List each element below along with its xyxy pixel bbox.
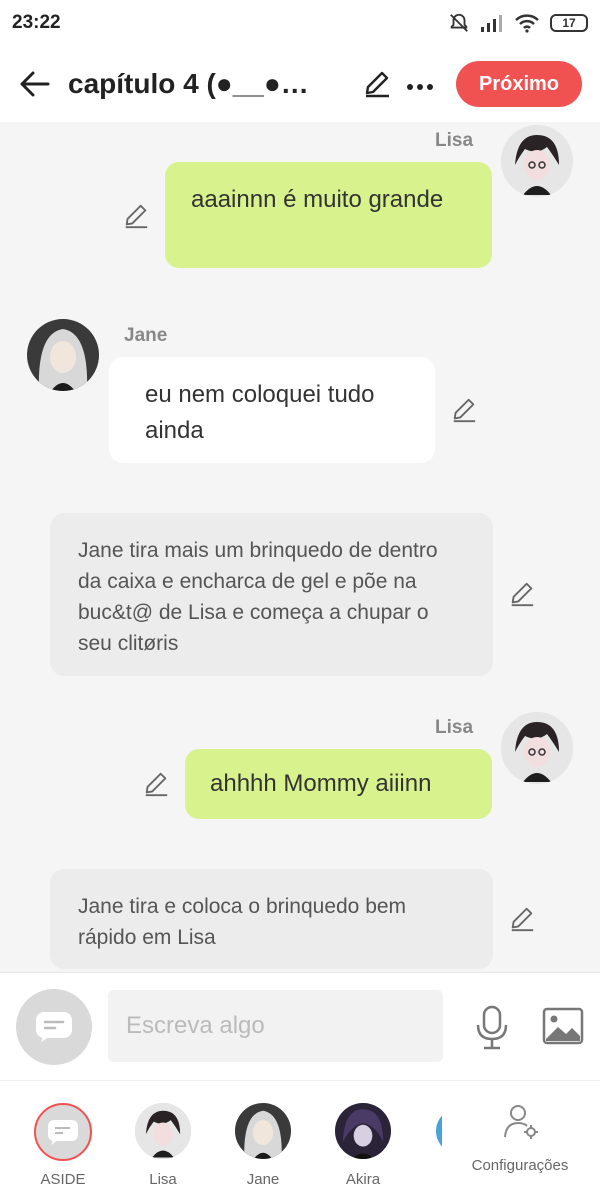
tab-label: Jane (246, 1171, 280, 1188)
signal-icon (481, 15, 502, 32)
image-icon[interactable] (542, 1007, 584, 1045)
tab-label: Configurações (471, 1157, 569, 1174)
composer-bar (0, 972, 600, 1080)
avatar-jane (235, 1103, 291, 1159)
tab-overflow-indicator (436, 1108, 442, 1154)
status-time: 23:22 (12, 12, 61, 33)
wifi-icon (515, 14, 539, 33)
speaker-name: Lisa (435, 717, 474, 738)
chapter-title[interactable]: capítulo 4 (●__●… (68, 68, 348, 100)
pencil-icon[interactable] (362, 69, 392, 99)
status-bar: 23:22 17 (0, 0, 600, 46)
battery-level: 17 (562, 16, 576, 30)
aside-toggle-button[interactable] (16, 989, 92, 1065)
status-icons: 17 (448, 12, 588, 34)
narration-bubble[interactable]: Jane tira e coloca o brinquedo bem rápid… (50, 869, 493, 969)
pencil-icon[interactable] (142, 770, 170, 798)
message-bubble[interactable]: ahhhh Mommy aiiinn (185, 749, 492, 819)
chapter-header: capítulo 4 (●__●… Próximo (0, 46, 600, 122)
bell-off-icon (450, 13, 468, 32)
speaker-name: Jane (124, 325, 168, 346)
avatar-lisa[interactable] (501, 712, 573, 784)
pencil-icon[interactable] (450, 396, 478, 424)
chat-area: Lisa aaainnn é muito grande Jane eu nem … (0, 122, 600, 972)
microphone-icon[interactable] (474, 1005, 510, 1051)
tab-label: Lisa (149, 1171, 177, 1188)
pencil-icon[interactable] (122, 202, 150, 230)
message-bubble[interactable]: eu nem coloquei tudo ainda (109, 357, 435, 463)
battery-icon: 17 (550, 14, 588, 32)
message-bubble[interactable]: aaainnn é muito grande (165, 162, 492, 268)
tab-label: Akira (345, 1171, 381, 1188)
tab-aside[interactable]: ASIDE (13, 1081, 113, 1200)
avatar-akira (335, 1103, 391, 1159)
tab-lisa[interactable]: Lisa (113, 1081, 213, 1200)
avatar-lisa[interactable] (501, 125, 573, 197)
tab-jane[interactable]: Jane (213, 1081, 313, 1200)
next-button[interactable]: Próximo (456, 61, 582, 107)
back-arrow-icon[interactable] (18, 67, 52, 101)
user-gear-icon (504, 1105, 538, 1139)
speaker-name: Lisa (435, 130, 474, 151)
pencil-icon[interactable] (508, 905, 536, 933)
chat-bubble-icon (36, 1012, 72, 1042)
more-icon[interactable] (406, 70, 436, 98)
aside-icon (34, 1103, 92, 1161)
narration-bubble[interactable]: Jane tira mais um brinquedo de dentro da… (50, 513, 493, 676)
avatar-lisa (135, 1103, 191, 1159)
pencil-icon[interactable] (508, 580, 536, 608)
character-tab-bar: ASIDE Lisa Jane Akira Configurações (0, 1080, 600, 1200)
tab-label: ASIDE (40, 1171, 86, 1188)
tab-akira[interactable]: Akira (313, 1081, 413, 1200)
message-input[interactable] (108, 990, 443, 1062)
avatar-jane[interactable] (27, 319, 99, 391)
tab-settings[interactable]: Configurações (470, 1081, 570, 1200)
